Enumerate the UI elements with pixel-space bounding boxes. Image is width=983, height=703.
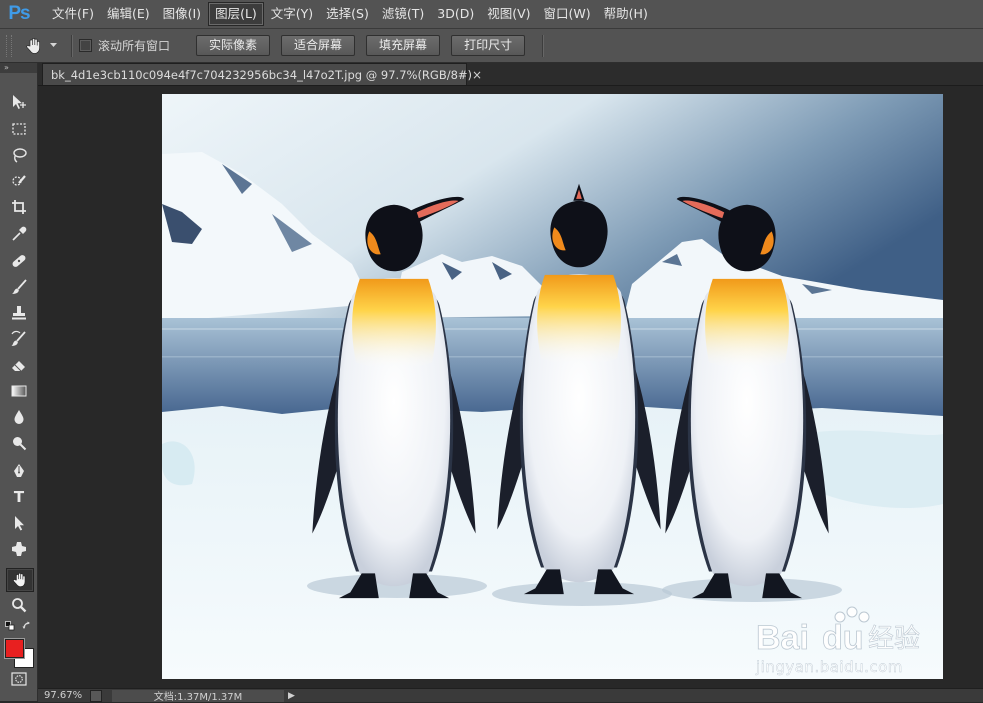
menu-window[interactable]: 窗口(W): [538, 3, 597, 25]
marquee-tool[interactable]: [6, 118, 32, 140]
separator: [542, 34, 545, 57]
tool-preset-picker[interactable]: [24, 36, 57, 56]
hand-tool[interactable]: [6, 568, 34, 592]
menu-view[interactable]: 视图(V): [481, 3, 536, 25]
watermark-url: jingyan.baidu.com: [755, 658, 903, 676]
menu-file[interactable]: 文件(F): [46, 3, 100, 25]
healing-brush-tool[interactable]: [6, 250, 32, 272]
quick-mask-icon: [11, 672, 27, 686]
dodge-icon: [10, 434, 28, 452]
lasso-icon: [10, 146, 28, 164]
zoom-tool[interactable]: [6, 594, 32, 616]
arrow-icon: [10, 514, 28, 532]
default-colors-icon[interactable]: [5, 620, 15, 631]
scroll-all-windows-label: 滚动所有窗口: [98, 39, 171, 53]
print-size-button[interactable]: 打印尺寸: [451, 35, 526, 56]
toolbox-collapse-toggle[interactable]: »: [0, 63, 37, 73]
fill-screen-button[interactable]: 填充屏幕: [366, 35, 441, 56]
clone-stamp-tool[interactable]: [6, 302, 32, 324]
bandage-icon: [10, 252, 28, 270]
canvas-area[interactable]: Bai du 经验 jingyan.baidu.com: [38, 86, 983, 688]
eraser-tool[interactable]: [6, 354, 32, 376]
blur-tool[interactable]: [6, 406, 32, 428]
brush-tool[interactable]: [6, 276, 32, 298]
shape-icon: [10, 540, 28, 558]
menu-edit[interactable]: 编辑(E): [101, 3, 156, 25]
foreground-color-swatch[interactable]: [5, 639, 24, 658]
document-tab[interactable]: bk_4d1e3cb110c094e4f7c704232956bc34_l47o…: [42, 63, 482, 85]
eyedropper-tool[interactable]: [6, 223, 32, 245]
gradient-icon: [10, 382, 28, 400]
document-size-info: 文档:1.37M/1.37M: [112, 689, 284, 703]
scroll-all-windows-option[interactable]: 滚动所有窗口: [79, 37, 170, 54]
shape-tool[interactable]: [6, 538, 32, 560]
chevron-down-icon: [50, 43, 57, 48]
options-bar: 滚动所有窗口 实际像素 适合屏幕 填充屏幕 打印尺寸: [0, 29, 983, 63]
lasso-tool[interactable]: [6, 144, 32, 166]
watermark-product: 经验: [868, 624, 920, 654]
watermark-brand: Bai: [756, 619, 809, 657]
brush-icon: [10, 278, 28, 296]
menu-help[interactable]: 帮助(H): [598, 3, 654, 25]
move-icon: [10, 93, 28, 111]
eraser-icon: [10, 356, 28, 374]
crop-tool[interactable]: [6, 196, 32, 218]
separator: [71, 34, 73, 57]
eyedropper-icon: [10, 225, 28, 243]
fit-screen-button[interactable]: 适合屏幕: [281, 35, 356, 56]
dodge-tool[interactable]: [6, 432, 32, 454]
status-menu-arrow-icon[interactable]: ▶: [288, 691, 295, 701]
menu-bar: Ps 文件(F) 编辑(E) 图像(I) 图层(L) 文字(Y) 选择(S) 滤…: [0, 0, 983, 29]
type-icon: T: [13, 488, 25, 506]
menu-image[interactable]: 图像(I): [157, 3, 207, 25]
pen-icon: [10, 462, 28, 480]
close-icon[interactable]: ×: [472, 68, 482, 82]
zoom-level-field[interactable]: 97.67%: [38, 690, 90, 701]
hand-icon: [11, 571, 29, 589]
quick-select-icon: [10, 172, 28, 190]
swap-colors-icon[interactable]: [22, 620, 32, 630]
menu-3d[interactable]: 3D(D): [431, 3, 480, 25]
document-image: Bai du 经验 jingyan.baidu.com: [162, 94, 943, 679]
document-tab-bar: bk_4d1e3cb110c094e4f7c704232956bc34_l47o…: [38, 63, 983, 86]
status-bar: 97.67% 文档:1.37M/1.37M ▶: [38, 688, 983, 703]
menu-filter[interactable]: 滤镜(T): [376, 3, 430, 25]
history-brush-tool[interactable]: [6, 328, 32, 350]
path-select-tool[interactable]: [6, 512, 32, 534]
photoshop-logo: Ps: [8, 3, 30, 24]
crop-icon: [10, 198, 28, 216]
quick-mask-button[interactable]: [6, 669, 32, 689]
scroll-all-windows-checkbox[interactable]: [79, 39, 92, 52]
watermark-brand-2: du: [822, 619, 864, 657]
options-bar-grip[interactable]: [6, 34, 12, 57]
pen-tool[interactable]: [6, 460, 32, 482]
marquee-icon: [10, 120, 28, 138]
move-tool[interactable]: [6, 91, 32, 113]
actual-pixels-button[interactable]: 实际像素: [196, 35, 271, 56]
gradient-tool[interactable]: [6, 380, 32, 402]
quick-select-tool[interactable]: [6, 170, 32, 192]
status-info-icon[interactable]: [90, 689, 102, 702]
menu-select[interactable]: 选择(S): [320, 3, 375, 25]
type-tool[interactable]: T: [6, 486, 32, 508]
toolbox: » T: [0, 63, 38, 701]
menu-type[interactable]: 文字(Y): [265, 3, 319, 25]
history-brush-icon: [10, 330, 28, 348]
stamp-icon: [10, 304, 28, 322]
zoom-icon: [10, 596, 28, 614]
document-tab-title: bk_4d1e3cb110c094e4f7c704232956bc34_l47o…: [51, 67, 473, 82]
hand-icon: [24, 36, 44, 56]
menu-layer[interactable]: 图层(L): [208, 2, 264, 26]
drop-icon: [10, 408, 28, 426]
